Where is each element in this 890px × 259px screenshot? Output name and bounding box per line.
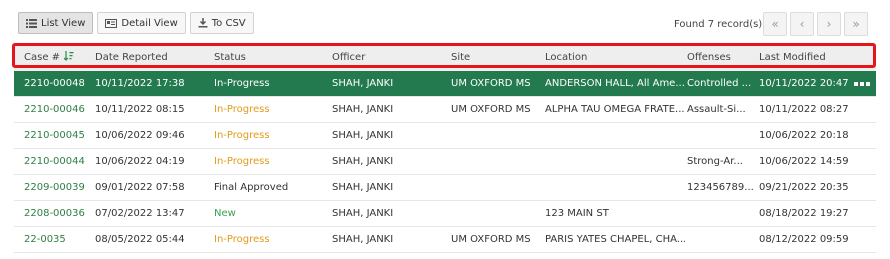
next-page-button[interactable]: › [817, 12, 841, 36]
cell-offenses: Strong-Ar... [687, 156, 743, 167]
table-row[interactable]: 22-0035 08/05/2022 05:44 In-Progress SHAH, … [14, 227, 876, 253]
cell-offenses [687, 201, 755, 226]
cell-officer: SHAH, JANKI [332, 182, 394, 193]
cell-last-modified: 09/21/2022 20:35 [759, 182, 849, 193]
download-icon [198, 18, 208, 28]
cell-last-modified: 10/06/2022 20:18 [759, 130, 849, 141]
table-body: 2210-00048 10/11/2022 17:38 In-Progress SHA… [14, 71, 876, 253]
to-csv-button[interactable]: To CSV [189, 12, 254, 34]
detail-view-label: Detail View [121, 17, 178, 29]
cell-last-modified: 08/18/2022 19:27 [759, 208, 849, 219]
cell-officer: SHAH, JANKI [332, 156, 394, 167]
double-chevron-right-icon: » [852, 17, 860, 31]
cell-officer: SHAH, JANKI [332, 130, 394, 141]
cell-officer: SHAH, JANKI [332, 234, 394, 245]
cell-last-modified: 10/11/2022 20:47 [759, 78, 849, 89]
pagination: « ‹ › » [763, 12, 868, 36]
cell-last-modified: 10/06/2022 14:59 [759, 156, 849, 167]
record-count: Found 7 record(s) [674, 19, 763, 30]
cell-location: ALPHA TAU OMEGA FRATE... [545, 104, 685, 115]
cell-date-reported: 08/05/2022 05:44 [95, 234, 185, 245]
cell-status: In-Progress [214, 234, 270, 245]
cell-last-modified: 08/12/2022 09:59 [759, 234, 849, 245]
cell-offenses: 123456789... [687, 182, 754, 193]
table-row[interactable]: 2210-00044 10/06/2022 04:19 In-Progress SHA… [14, 149, 876, 175]
cell-site [451, 175, 543, 200]
column-header-offenses[interactable]: Offenses [687, 44, 752, 71]
cell-offenses [687, 123, 755, 148]
cell-location [545, 175, 685, 200]
cell-officer: SHAH, JANKI [332, 78, 394, 89]
table-row[interactable]: 2210-00046 10/11/2022 08:15 In-Progress SHA… [14, 97, 876, 123]
table-row[interactable]: 2209-00039 09/01/2022 07:58 Final Approved… [14, 175, 876, 201]
table-row[interactable]: 2210-00048 10/11/2022 17:38 In-Progress SHA… [14, 71, 876, 97]
case-table: Case # Date Reported Status Officer Site… [14, 44, 876, 253]
cell-date-reported: 10/11/2022 17:38 [95, 78, 185, 89]
cell-site: UM OXFORD MS [451, 78, 531, 89]
view-toolbar: List View Detail View To CSV [18, 12, 254, 36]
column-header-site[interactable]: Site [451, 44, 541, 71]
cell-last-modified: 10/11/2022 08:27 [759, 104, 849, 115]
cell-location [545, 149, 685, 174]
cell-date-reported: 10/06/2022 04:19 [95, 156, 185, 167]
column-header-status[interactable]: Status [214, 44, 324, 71]
cell-date-reported: 09/01/2022 07:58 [95, 182, 185, 193]
first-page-button[interactable]: « [763, 12, 787, 36]
sort-descending-icon[interactable] [63, 51, 74, 64]
cell-location: PARIS YATES CHAPEL, CHA... [545, 234, 685, 245]
cell-case-number[interactable]: 2208-00036 [24, 201, 94, 226]
cell-date-reported: 10/06/2022 09:46 [95, 130, 185, 141]
table-row[interactable]: 2210-00045 10/06/2022 09:46 In-Progress SHA… [14, 123, 876, 149]
cell-case-number[interactable]: 2210-00044 [24, 149, 94, 174]
cell-officer: SHAH, JANKI [332, 208, 394, 219]
column-header-case[interactable]: Case # [24, 44, 94, 71]
column-header-officer[interactable]: Officer [332, 44, 442, 71]
cell-status: New [214, 208, 236, 219]
cell-location: ANDERSON HALL, All Ame... [545, 78, 685, 89]
chevron-right-icon: › [826, 17, 832, 31]
prev-page-button[interactable]: ‹ [790, 12, 814, 36]
to-csv-label: To CSV [211, 17, 246, 29]
cell-site [451, 201, 543, 226]
cell-status: In-Progress [214, 156, 270, 167]
cell-location [545, 123, 685, 148]
cell-location: 123 MAIN ST [545, 208, 609, 219]
column-header-location[interactable]: Location [545, 44, 685, 71]
cell-case-number[interactable]: 22-0035 [24, 227, 94, 252]
cell-site [451, 149, 543, 174]
last-page-button[interactable]: » [844, 12, 868, 36]
cell-case-number[interactable]: 2209-00039 [24, 175, 94, 200]
cell-status: Final Approved [214, 182, 289, 193]
cell-site: UM OXFORD MS [451, 234, 531, 245]
cell-status: In-Progress [214, 104, 270, 115]
column-header-date-reported[interactable]: Date Reported [95, 44, 205, 71]
detail-view-button[interactable]: Detail View [97, 12, 186, 34]
column-header-last-modified[interactable]: Last Modified [759, 44, 859, 71]
detail-card-icon [105, 18, 118, 28]
list-icon [26, 18, 37, 28]
cell-site [451, 123, 543, 148]
double-chevron-left-icon: « [771, 17, 779, 31]
cell-case-number[interactable]: 2210-00046 [24, 97, 94, 122]
cell-status: In-Progress [214, 130, 270, 141]
cell-case-number[interactable]: 2210-00048 [24, 71, 94, 96]
chevron-left-icon: ‹ [799, 17, 805, 31]
list-view-label: List View [41, 17, 86, 29]
cell-status: In-Progress [214, 78, 270, 89]
table-row[interactable]: 2208-00036 07/02/2022 13:47 New SHAH, JANKI… [14, 201, 876, 227]
cell-officer: SHAH, JANKI [332, 104, 394, 115]
list-view-button[interactable]: List View [18, 12, 94, 34]
cell-date-reported: 07/02/2022 13:47 [95, 208, 185, 219]
cell-offenses [687, 227, 755, 252]
cell-offenses: Assault-Si... [687, 104, 746, 115]
cell-offenses: Controlled ... [687, 78, 752, 89]
more-actions-icon[interactable] [854, 71, 870, 96]
table-header: Case # Date Reported Status Officer Site… [14, 44, 876, 71]
cell-site: UM OXFORD MS [451, 104, 531, 115]
cell-date-reported: 10/11/2022 08:15 [95, 104, 185, 115]
cell-case-number[interactable]: 2210-00045 [24, 123, 94, 148]
